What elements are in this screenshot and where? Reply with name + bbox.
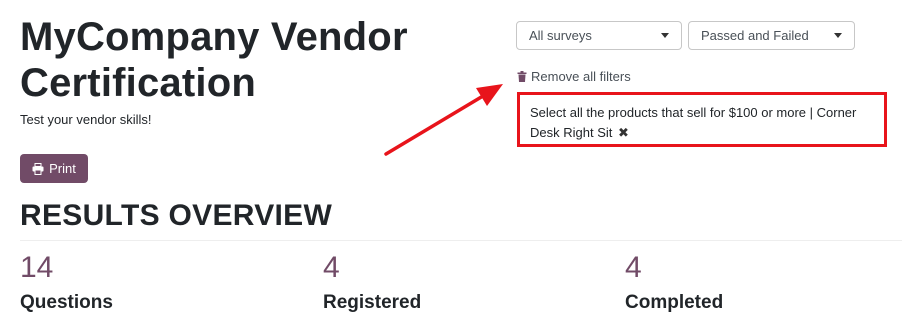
stat-value: 4 [625, 251, 642, 284]
stat-label: Completed [625, 292, 724, 313]
status-filter-value: Passed and Failed [701, 28, 809, 43]
survey-subtitle: Test your vendor skills! [20, 112, 152, 127]
stat-value: 14 [20, 251, 54, 284]
close-icon[interactable]: ✖ [618, 123, 629, 143]
survey-filter-value: All surveys [529, 28, 592, 43]
stat-value: 4 [323, 251, 340, 284]
survey-results-page: MyCompany Vendor Certification Test your… [0, 0, 902, 322]
remove-all-filters-label: Remove all filters [531, 69, 631, 84]
print-button-label: Print [49, 161, 76, 176]
stat-label: Registered [323, 292, 422, 313]
printer-icon [32, 162, 44, 175]
survey-filter-select[interactable]: All surveys [516, 21, 682, 50]
active-filter: Select all the products that sell for $1… [530, 103, 870, 143]
stat-label: Questions [20, 292, 113, 313]
section-divider [20, 240, 902, 241]
remove-all-filters-link[interactable]: Remove all filters [517, 69, 631, 84]
results-overview-heading: RESULTS OVERVIEW [20, 199, 333, 232]
stat-questions: 14 Questions [20, 250, 113, 314]
status-filter-select[interactable]: Passed and Failed [688, 21, 855, 50]
print-button[interactable]: Print [20, 154, 88, 183]
active-filter-label: Select all the products that sell for $1… [530, 105, 857, 140]
active-filter-box: Select all the products that sell for $1… [517, 92, 887, 147]
stat-completed: 4 Completed [625, 250, 723, 314]
caret-down-icon [834, 33, 842, 38]
caret-down-icon [661, 33, 669, 38]
survey-title: MyCompany Vendor Certification [20, 15, 408, 105]
trash-icon [517, 71, 527, 82]
stat-registered: 4 Registered [323, 250, 421, 314]
